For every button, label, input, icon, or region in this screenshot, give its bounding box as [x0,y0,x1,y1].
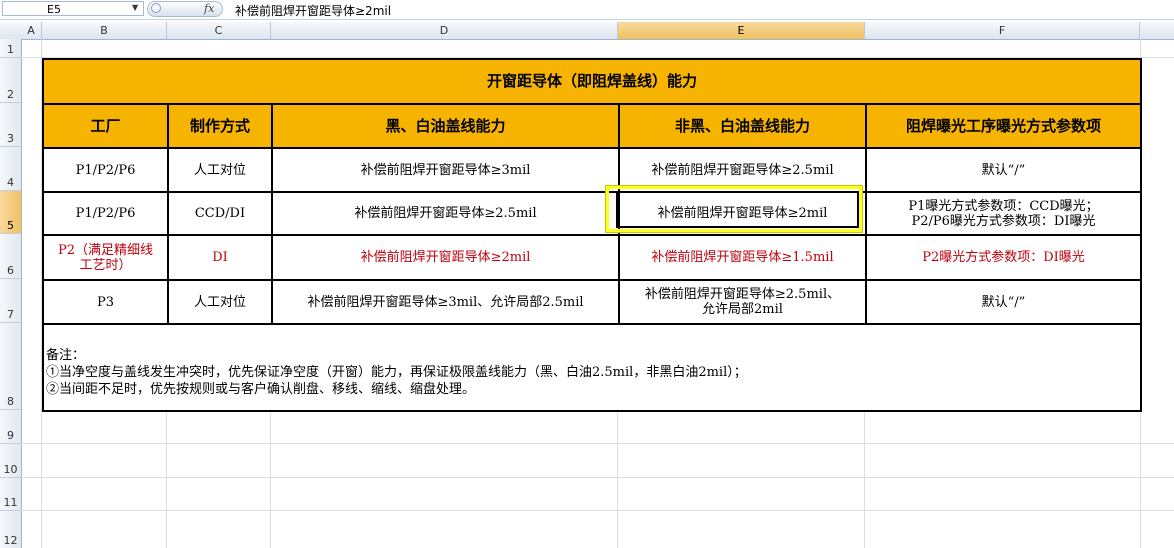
column-header-e[interactable]: E [618,22,865,39]
gridline [166,410,167,548]
table-cell[interactable]: P2曝光方式参数项：DI曝光 [865,234,1142,281]
cell-line: P1曝光方式参数项：CCD曝光； [908,198,1099,214]
table-cell[interactable]: P1曝光方式参数项：CCD曝光； P2/P6曝光方式参数项：DI曝光 [865,191,1142,236]
table-cell[interactable]: P3 [42,279,169,325]
table-row: P3 人工对位 补偿前阻焊开窗距导体≥3mil、允许局部2.5mil 补偿前阻焊… [42,279,1142,325]
column-header-a[interactable]: A [21,22,42,39]
notes-heading: 备注： [46,348,86,363]
table-cell[interactable]: 补偿前阻焊开窗距导体≥3mil [271,147,620,193]
notes-cell[interactable]: 备注： ①当净空度与盖线发生冲突时，优先保证净空度（开窗）能力，再保证极限盖线能… [42,323,1142,412]
notes-item: ②当间距不足时，优先按规则或与客户确认削盘、移线、缩线、缩盘处理。 [46,382,476,397]
highlight-box [606,186,862,232]
table-cell[interactable]: 默认“/” [865,147,1142,193]
formula-input[interactable]: 补偿前阻焊开窗距导体≥2mil [235,2,391,19]
table-title[interactable]: 开窗距导体（即阻焊盖线）能力 [42,58,1142,105]
table-row: 备注： ①当净空度与盖线发生冲突时，优先保证净空度（开窗）能力，再保证极限盖线能… [42,323,1142,412]
gridline [864,410,865,548]
row-header-10[interactable]: 10 [0,444,21,478]
notes-item: ①当净空度与盖线发生冲突时，优先保证净空度（开窗）能力，再保证极限盖线能力（黑、… [46,365,747,380]
table-cell[interactable]: P1/P2/P6 [42,191,169,236]
chevron-down-icon[interactable]: ▼ [132,3,138,12]
header-method[interactable]: 制作方式 [167,103,273,149]
table-cell[interactable]: 补偿前阻焊开窗距导体≥2mil [271,234,620,281]
gridline [617,410,618,548]
column-header-b[interactable]: B [42,22,167,39]
capability-table: 开窗距导体（即阻焊盖线）能力 工厂 制作方式 黑、白油盖线能力 非黑、白油盖线能… [42,58,1142,412]
cell-line: 允许局部2mil [702,302,783,317]
row-header-11[interactable]: 11 [0,478,21,511]
name-box[interactable]: E5 [2,1,144,16]
expand-handle-icon[interactable] [151,3,161,13]
header-black-white[interactable]: 黑、白油盖线能力 [271,103,620,149]
row-header-bar: 1 2 3 4 5 6 7 8 9 10 11 12 [0,39,22,548]
row-header-12[interactable]: 12 [0,511,21,548]
row-header-5[interactable]: 5 [0,191,21,234]
table-cell[interactable]: 默认“/” [865,279,1142,325]
table-cell[interactable]: 人工对位 [167,147,273,193]
column-header-f[interactable]: F [865,22,1140,39]
table-row: P2（满足精细线 工艺时） DI 补偿前阻焊开窗距导体≥2mil 补偿前阻焊开窗… [42,234,1142,281]
cell-line: 工艺时） [79,257,132,273]
gridline [21,510,1174,511]
row-header-6[interactable]: 6 [0,234,21,279]
gridline [21,477,1174,478]
table-cell[interactable]: 补偿前阻焊开窗距导体≥2.5mil、 允许局部2mil [618,279,867,325]
header-non-black-white[interactable]: 非黑、白油盖线能力 [618,103,867,149]
insert-function-icon[interactable]: fx [204,2,214,15]
gridline [270,410,271,548]
row-header-2[interactable]: 2 [0,58,21,103]
table-cell[interactable]: P2（满足精细线 工艺时） [42,234,169,281]
cell-line: P2/P6曝光方式参数项：DI曝光 [911,213,1096,229]
table-cell[interactable]: 补偿前阻焊开窗距导体≥1.5mil [618,234,867,281]
row-header-1[interactable]: 1 [0,39,21,58]
column-header-c[interactable]: C [167,22,271,39]
table-row: P1/P2/P6 人工对位 补偿前阻焊开窗距导体≥3mil 补偿前阻焊开窗距导体… [42,147,1142,193]
table-cell[interactable]: 补偿前阻焊开窗距导体≥3mil、允许局部2.5mil [271,279,620,325]
cell-line: 补偿前阻焊开窗距导体≥2.5mil、 [644,287,841,302]
table-cell[interactable]: 人工对位 [167,279,273,325]
column-header-bar: A B C D E F [0,22,1174,40]
row-header-8[interactable]: 8 [0,323,21,410]
table-cell[interactable]: DI [167,234,273,281]
table-row: P1/P2/P6 CCD/DI 补偿前阻焊开窗距导体≥2.5mil 补偿前阻焊开… [42,191,1142,236]
column-header-g[interactable] [1140,22,1174,39]
row-header-7[interactable]: 7 [0,279,21,323]
row-header-4[interactable]: 4 [0,147,21,191]
header-exposure-params[interactable]: 阻焊曝光工序曝光方式参数项 [865,103,1142,149]
table-cell[interactable]: CCD/DI [167,191,273,236]
column-header-d[interactable]: D [271,22,618,39]
cell-line: P2（满足精细线 [57,242,154,258]
gridline [21,443,1174,444]
table-cell[interactable]: P1/P2/P6 [42,147,169,193]
formula-bar: E5 ▼ fx 补偿前阻焊开窗距导体≥2mil [0,0,1174,20]
table-cell[interactable]: 补偿前阻焊开窗距导体≥2.5mil [271,191,620,236]
row-header-9[interactable]: 9 [0,410,21,444]
row-header-3[interactable]: 3 [0,103,21,147]
header-factory[interactable]: 工厂 [42,103,169,149]
